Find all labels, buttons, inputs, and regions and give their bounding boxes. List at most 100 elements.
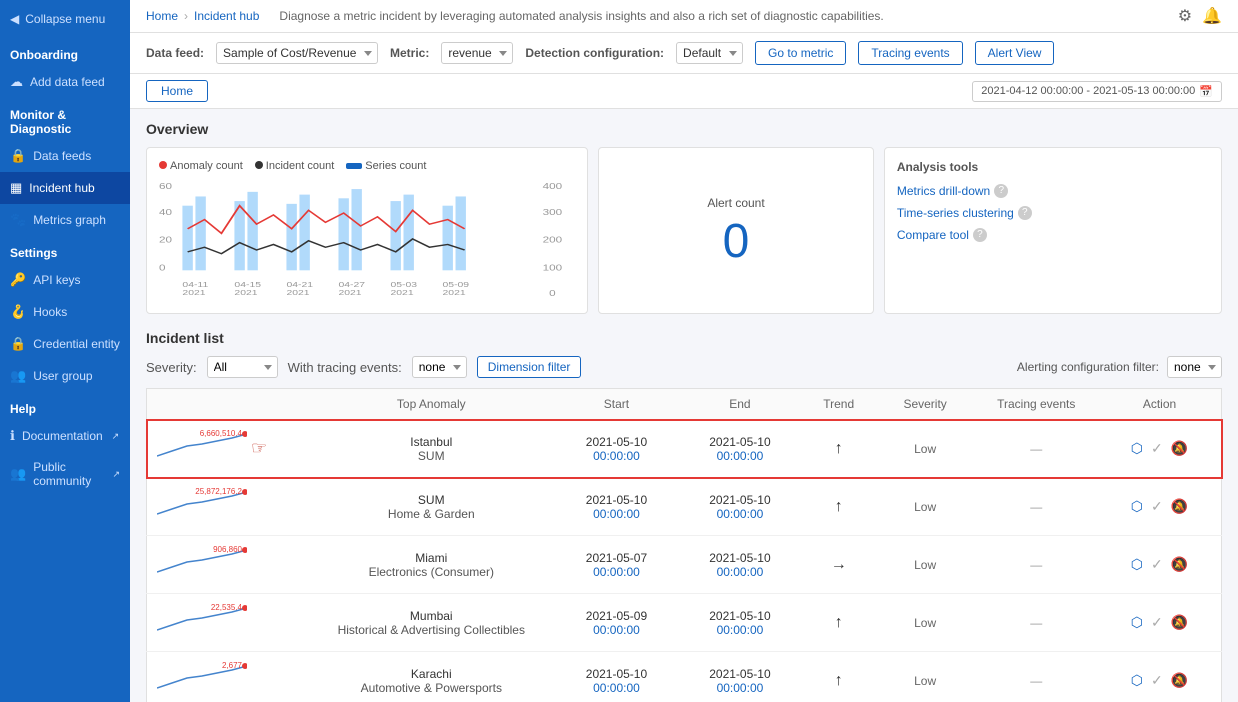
sidebar-item-add-data-feed[interactable]: ☁ Add data feed [0,66,130,98]
topbar-description: Diagnose a metric incident by leveraging… [279,9,883,23]
sidebar-item-incident-hub[interactable]: ▦ Incident hub [0,172,130,204]
svg-text:2021: 2021 [234,289,257,297]
start-time-link[interactable]: 00:00:00 [565,623,668,637]
check-action-icon[interactable]: ✓ [1151,556,1163,573]
home-link[interactable]: Home [146,9,178,23]
topbar-icons: ⚙ 🔔 [1178,6,1222,26]
tracing-cell: — [975,536,1098,594]
city-name: Karachi [318,667,545,681]
table-row: 22,535.4 Mumbai Historical & Advertising… [147,594,1222,652]
start-time-link[interactable]: 00:00:00 [565,507,668,521]
collapse-menu-button[interactable]: ◀ Collapse menu [0,0,130,38]
snooze-action-icon[interactable]: 🔕 [1171,614,1188,631]
trend-arrow: ↑ [812,440,866,458]
overview-chart: 60 40 20 0 400 300 200 100 0 [159,178,575,298]
time-series-clustering-label: Time-series clustering [897,206,1014,220]
snooze-action-icon[interactable]: 🔕 [1171,556,1188,573]
sidebar-item-public-community[interactable]: 👥 Public community ↗ [0,452,130,496]
time-series-clustering-link[interactable]: Time-series clustering ? [897,206,1209,220]
svg-text:04-27: 04-27 [338,280,365,288]
date-range-text: 2021-04-12 00:00:00 - 2021-05-13 00:00:0… [981,85,1195,97]
trend-cell: ↑ [802,652,876,702]
compare-tool-link[interactable]: Compare tool ? [897,228,1209,242]
start-time-link[interactable]: 00:00:00 [565,681,668,695]
calendar-icon[interactable]: 📅 [1199,85,1213,98]
end-time-link[interactable]: 00:00:00 [688,507,791,521]
tracing-cell: — [975,652,1098,702]
anomaly-cell: Istanbul SUM [308,420,555,478]
incident-hub-link[interactable]: Incident hub [194,9,259,23]
sidebar-item-api-keys[interactable]: 🔑 API keys [0,264,130,296]
drill-down-action-icon[interactable]: ⬡ [1131,672,1143,689]
metrics-drilldown-link[interactable]: Metrics drill-down ? [897,184,1209,198]
severity-value: Low [914,500,936,514]
detection-config-select[interactable]: Default [676,42,743,64]
check-action-icon[interactable]: ✓ [1151,498,1163,515]
dimension-filter-button[interactable]: Dimension filter [477,356,582,378]
end-time-link[interactable]: 00:00:00 [688,565,791,579]
trend-cell: ↑ [802,594,876,652]
start-date: 2021-05-09 [565,609,668,623]
settings-icon[interactable]: ⚙ [1178,6,1192,26]
metric-label: Metric: [390,46,429,60]
data-feed-select[interactable]: Sample of Cost/Revenue [216,42,378,64]
alert-view-button[interactable]: Alert View [975,41,1055,65]
bell-icon[interactable]: 🔔 [1202,6,1222,26]
drill-down-action-icon[interactable]: ⬡ [1131,498,1143,515]
end-time-link[interactable]: 00:00:00 [688,681,791,695]
snooze-action-icon[interactable]: 🔕 [1171,672,1188,689]
tracing-events-select[interactable]: none all [412,356,467,378]
sidebar-item-label: Metrics graph [33,213,106,227]
end-time-link[interactable]: 00:00:00 [688,623,791,637]
city-category: Automotive & Powersports [318,681,545,695]
svg-text:300: 300 [543,208,563,217]
check-action-icon[interactable]: ✓ [1151,672,1163,689]
start-time-link[interactable]: 00:00:00 [565,565,668,579]
sidebar-item-user-group[interactable]: 👥 User group [0,360,130,392]
sidebar-item-documentation[interactable]: ℹ Documentation ↗ [0,420,130,452]
action-cell: ⬡ ✓ 🔕 [1098,652,1222,702]
end-date: 2021-05-10 [688,493,791,507]
go-to-metric-button[interactable]: Go to metric [755,41,846,65]
external-link-icon2: ↗ [112,469,120,480]
svg-text:0: 0 [549,290,556,298]
check-action-icon[interactable]: ✓ [1151,440,1163,457]
start-date: 2021-05-10 [565,435,668,449]
trend-arrow: ↑ [812,498,866,516]
city-category: Historical & Advertising Collectibles [318,623,545,637]
metric-select[interactable]: revenue [441,42,513,64]
snooze-action-icon[interactable]: 🔕 [1171,498,1188,515]
alert-count-label: Alert count [707,196,764,210]
anomaly-cell: Karachi Automotive & Powersports [308,652,555,702]
svg-text:04-21: 04-21 [286,280,313,288]
drill-down-action-icon[interactable]: ⬡ [1131,556,1143,573]
snooze-action-icon[interactable]: 🔕 [1171,440,1188,457]
home-tab[interactable]: Home [146,80,208,102]
drill-down-action-icon[interactable]: ⬡ [1131,440,1143,457]
end-time-link[interactable]: 00:00:00 [688,449,791,463]
sidebar-item-hooks[interactable]: 🪝 Hooks [0,296,130,328]
sidebar-item-data-feeds[interactable]: 🔒 Data feeds [0,140,130,172]
key-icon: 🔑 [10,272,26,288]
sidebar-item-credential-entity[interactable]: 🔒 Credential entity [0,328,130,360]
nav-separator: › [184,9,188,23]
city-category: SUM [318,449,545,463]
severity-value: Low [914,674,936,688]
tracing-events-label: With tracing events: [288,360,402,375]
alerting-config-select[interactable]: none all [1167,356,1222,378]
monitor-section-title: Monitor & Diagnostic [0,98,130,140]
svg-text:100: 100 [543,264,563,273]
tracing-events-button[interactable]: Tracing events [858,41,962,65]
drill-down-action-icon[interactable]: ⬡ [1131,614,1143,631]
tracing-cell: — [975,420,1098,478]
start-time-link[interactable]: 00:00:00 [565,449,668,463]
city-name: Mumbai [318,609,545,623]
sidebar-item-label: Documentation [22,429,103,443]
sidebar-item-metrics-graph[interactable]: 🐾 Metrics graph [0,204,130,236]
end-date: 2021-05-10 [688,609,791,623]
svg-text:2021: 2021 [182,289,205,297]
severity-select[interactable]: All Low Medium High [207,356,278,378]
check-action-icon[interactable]: ✓ [1151,614,1163,631]
mini-chart-cell: 6,660,510.4 ☞ [147,420,308,478]
city-name: SUM [318,493,545,507]
